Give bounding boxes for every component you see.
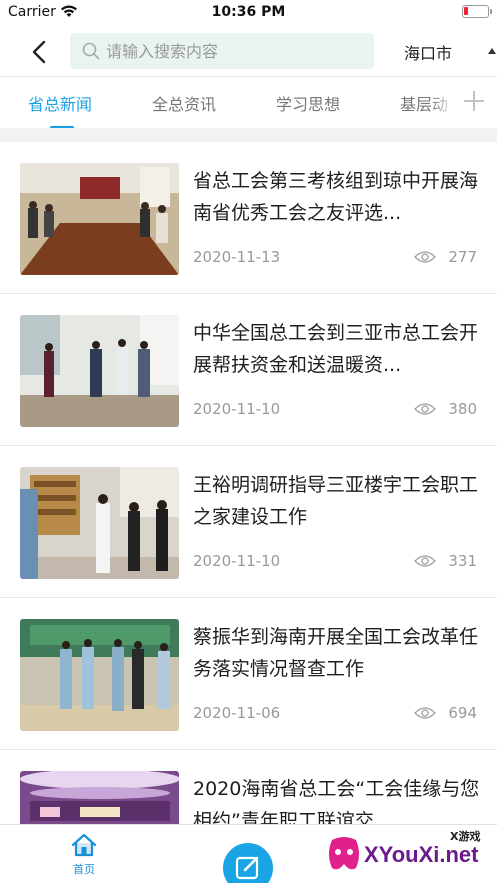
eye-icon (414, 555, 437, 567)
view-count: 331 (448, 552, 477, 570)
city-picker[interactable]: 海口市 (392, 36, 497, 66)
publish-button[interactable] (223, 843, 273, 883)
news-title: 蔡振华到海南开展全国工会改革任务落实情况督查工作 (193, 626, 479, 680)
view-count: 380 (448, 400, 477, 418)
category-tabs: 省总新闻 全总资讯 学习思想 基层动 (0, 76, 497, 128)
news-title: 中华全国总工会到三亚市总工会开展帮扶资金和送温暖资... (193, 322, 479, 376)
search-icon (82, 42, 100, 60)
news-item[interactable]: 省总工会第三考核组到琼中开展海南省优秀工会之友评选... 2020-11-13 … (0, 142, 497, 294)
tab-province-news[interactable]: 省总新闻 (28, 91, 92, 115)
watermark: X游戏 XYouXi.net (326, 826, 491, 878)
search-input[interactable] (106, 33, 366, 69)
eye-icon (414, 403, 437, 415)
news-item[interactable]: 2020海南省总工会“工会佳缘与您相约”青年职工联谊交... (0, 750, 497, 824)
battery-icon (462, 5, 492, 18)
gamepad-logo-icon (329, 837, 359, 870)
news-thumbnail (20, 771, 179, 824)
news-title: 省总工会第三考核组到琼中开展海南省优秀工会之友评选... (193, 170, 479, 224)
section-divider (0, 128, 497, 142)
news-thumbnail (20, 315, 179, 427)
news-title: 王裕明调研指导三亚楼宇工会职工之家建设工作 (193, 474, 479, 528)
news-views: 331 (414, 552, 477, 570)
news-item[interactable]: 王裕明调研指导三亚楼宇工会职工之家建设工作 2020-11-10 331 (0, 446, 497, 598)
dropdown-arrow-icon (488, 48, 496, 54)
edit-icon (235, 856, 259, 880)
view-count: 694 (448, 704, 477, 722)
news-title: 2020海南省总工会“工会佳缘与您相约”青年职工联谊交... (193, 778, 480, 824)
nav-bar: 海口市 (0, 26, 497, 76)
news-item[interactable]: 中华全国总工会到三亚市总工会开展帮扶资金和送温暖资... 2020-11-10 … (0, 294, 497, 446)
news-item[interactable]: 蔡振华到海南开展全国工会改革任务落实情况督查工作 2020-11-06 694 (0, 598, 497, 750)
eye-icon (414, 251, 437, 263)
status-bar: Carrier 10:36 PM (0, 0, 497, 26)
news-thumbnail (20, 619, 179, 731)
news-list: 省总工会第三考核组到琼中开展海南省优秀工会之友评选... 2020-11-13 … (0, 142, 497, 824)
news-thumbnail (20, 163, 179, 275)
news-date: 2020-11-10 (193, 552, 281, 570)
news-date: 2020-11-13 (193, 248, 281, 266)
home-label: 首页 (73, 863, 95, 876)
back-arrow-icon[interactable] (26, 38, 54, 66)
tab-federation-info[interactable]: 全总资讯 (152, 91, 216, 115)
news-thumbnail (20, 467, 179, 579)
search-bar[interactable] (70, 33, 374, 69)
news-views: 380 (414, 400, 477, 418)
news-views: 694 (414, 704, 477, 722)
tab-study-thought[interactable]: 学习思想 (276, 91, 340, 115)
plus-icon[interactable] (462, 89, 486, 113)
news-date: 2020-11-10 (193, 400, 281, 418)
clock: 10:36 PM (211, 4, 286, 20)
watermark-text: XYouXi.net (364, 842, 479, 867)
news-date: 2020-11-06 (193, 704, 281, 722)
city-label: 海口市 (404, 44, 453, 63)
home-icon (71, 833, 97, 857)
view-count: 277 (448, 248, 477, 266)
tabbar-home[interactable]: 首页 (62, 833, 106, 879)
eye-icon (414, 707, 437, 719)
news-views: 277 (414, 248, 477, 266)
